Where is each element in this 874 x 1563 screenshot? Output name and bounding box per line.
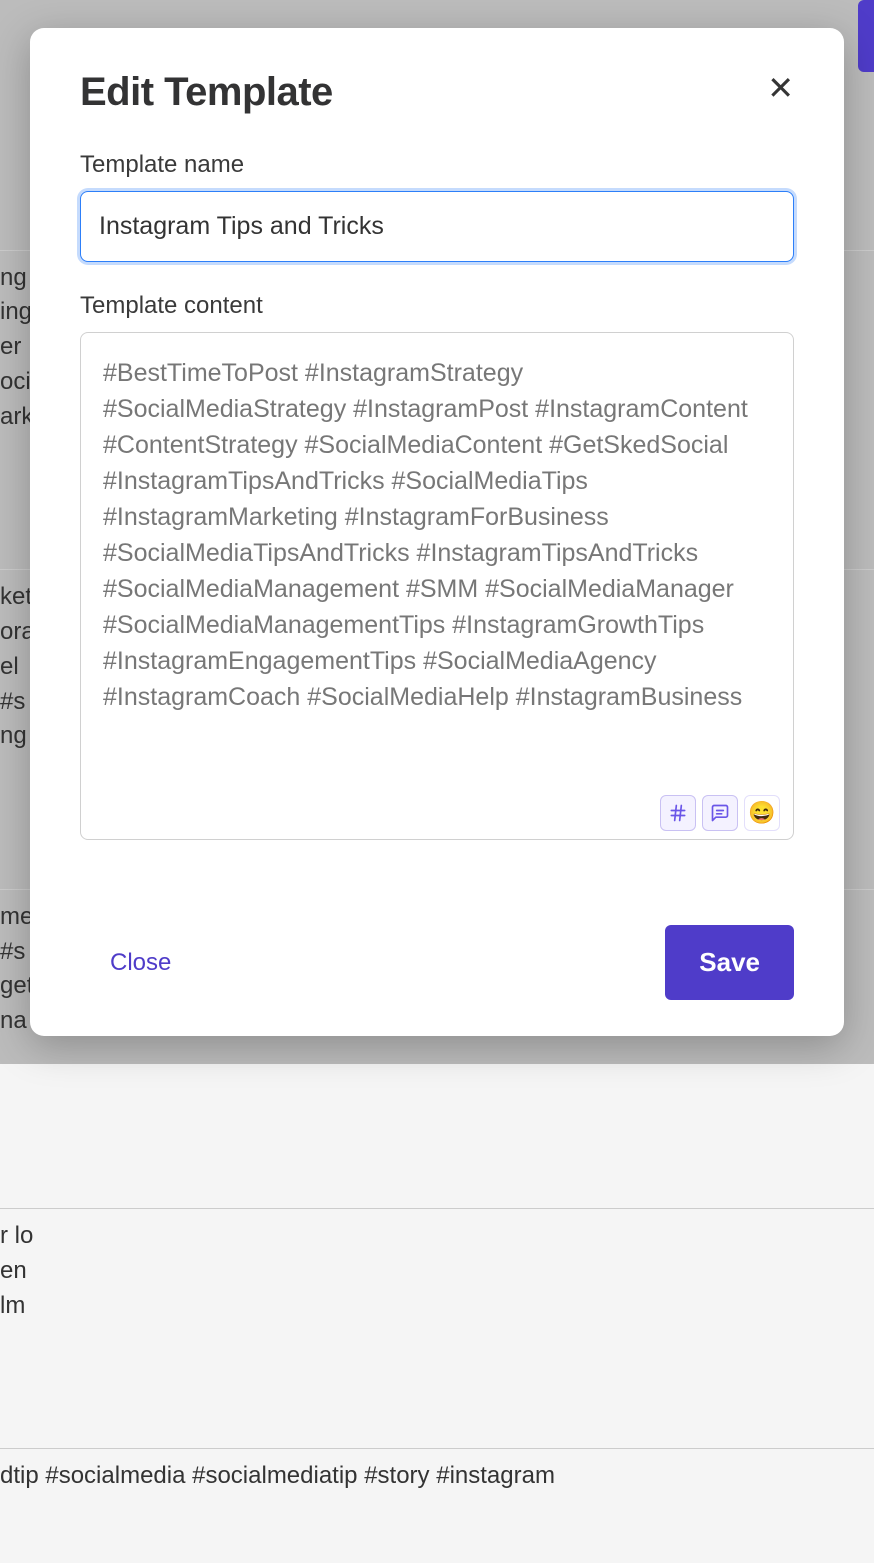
modal-header: Edit Template ✕ <box>80 70 794 115</box>
modal-title: Edit Template <box>80 70 333 115</box>
emoji-icon: 😄 <box>748 800 775 826</box>
hashtag-icon <box>668 803 688 823</box>
template-name-input[interactable] <box>80 191 794 262</box>
template-content-label: Template content <box>80 292 794 320</box>
template-content-wrapper: 😄 <box>80 332 794 845</box>
hashtag-button[interactable] <box>660 795 696 831</box>
close-button[interactable]: Close <box>80 941 201 985</box>
emoji-button[interactable]: 😄 <box>744 795 780 831</box>
template-content-textarea[interactable] <box>80 332 794 840</box>
edit-template-modal: Edit Template ✕ Template name Template c… <box>30 28 844 1036</box>
save-button[interactable]: Save <box>665 925 794 1000</box>
comment-button[interactable] <box>702 795 738 831</box>
modal-footer: Close Save <box>80 875 794 1000</box>
template-name-label: Template name <box>80 151 794 179</box>
side-accent <box>858 0 874 72</box>
content-toolbar: 😄 <box>660 795 780 831</box>
close-icon[interactable]: ✕ <box>767 70 794 106</box>
comment-icon <box>710 803 730 823</box>
